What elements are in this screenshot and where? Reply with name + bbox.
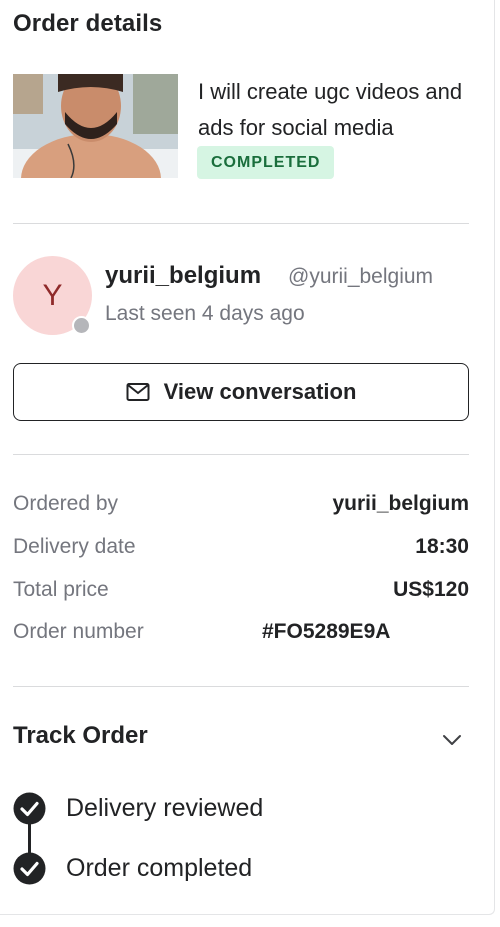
gig-thumbnail[interactable] bbox=[13, 74, 178, 178]
check-circle-icon bbox=[13, 792, 46, 825]
detail-row-ordered-by: Ordered by yurii_belgium bbox=[13, 492, 469, 522]
detail-row-order-number: Order number #FO5289E9A bbox=[13, 620, 469, 650]
envelope-icon bbox=[126, 382, 150, 402]
chevron-down-icon[interactable] bbox=[440, 730, 464, 750]
page-title: Order details bbox=[13, 10, 163, 37]
status-badge: COMPLETED bbox=[197, 146, 335, 179]
step-label-delivery-reviewed: Delivery reviewed bbox=[66, 794, 264, 822]
detail-value: 18:30 bbox=[415, 535, 469, 558]
step-label-order-completed: Order completed bbox=[66, 854, 253, 882]
detail-label: Total price bbox=[13, 578, 109, 601]
divider bbox=[13, 454, 469, 455]
detail-label: Order number bbox=[13, 620, 144, 643]
offline-status-dot bbox=[72, 316, 91, 335]
detail-row-total-price: Total price US$120 bbox=[13, 578, 469, 608]
view-conversation-button[interactable]: View conversation bbox=[13, 363, 469, 421]
seller-handle: @yurii_belgium bbox=[288, 265, 434, 288]
view-conversation-label: View conversation bbox=[163, 379, 357, 404]
seller-username[interactable]: yurii_belgium bbox=[105, 262, 261, 290]
detail-value: #FO5289E9A bbox=[262, 620, 391, 643]
divider bbox=[13, 686, 469, 687]
detail-value: yurii_belgium bbox=[332, 492, 469, 515]
detail-row-delivery-date: Delivery date 18:30 bbox=[13, 535, 469, 565]
detail-label: Delivery date bbox=[13, 535, 136, 558]
gig-title[interactable]: I will create ugc videos and ads for soc… bbox=[198, 74, 483, 146]
divider bbox=[13, 223, 469, 224]
last-seen-text: Last seen 4 days ago bbox=[105, 302, 305, 325]
track-order-title[interactable]: Track Order bbox=[13, 722, 148, 750]
detail-value: US$120 bbox=[393, 578, 469, 601]
detail-label: Ordered by bbox=[13, 492, 119, 515]
check-circle-icon bbox=[13, 852, 46, 885]
